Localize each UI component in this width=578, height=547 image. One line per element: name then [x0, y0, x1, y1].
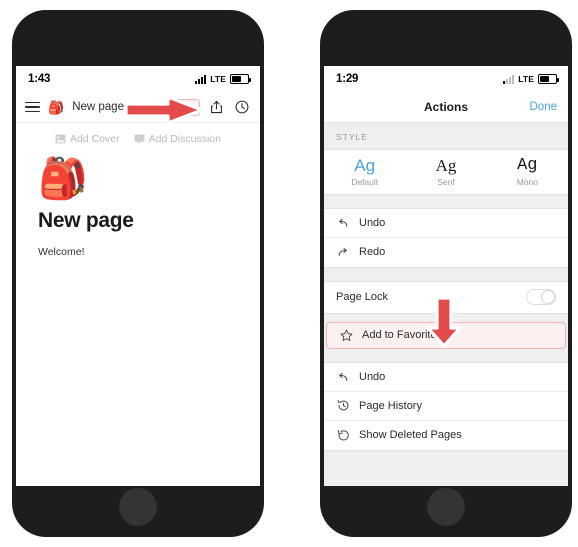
share-icon[interactable] [208, 99, 225, 116]
style-option-default[interactable]: Ag Default [324, 156, 405, 187]
page-add-actions-row: Add Cover Add Discussion [16, 123, 260, 153]
page-emoji-icon: 🎒 [48, 99, 65, 115]
clock-rewind-icon [336, 399, 350, 412]
action-label-page-lock: Page Lock [336, 291, 388, 304]
left-status-time: 1:43 [28, 73, 51, 85]
sheet-gap-2 [324, 267, 568, 281]
style-group-label: STYLE [324, 123, 568, 149]
page-hero-emoji[interactable]: 🎒 [16, 153, 260, 199]
right-status-time: 1:29 [336, 73, 359, 85]
left-editor-toolbar: 🎒 New page [16, 92, 260, 123]
image-icon [55, 134, 66, 144]
clock-icon[interactable] [233, 99, 250, 116]
actions-sheet-body: STYLE Ag Default Ag Serif Ag Mono Undo R… [324, 123, 568, 486]
left-phone-screen: 1:43 LTE 🎒 New page Add Cover Add Discus… [16, 66, 260, 486]
action-label-redo: Redo [359, 246, 386, 259]
hamburger-menu-icon[interactable] [25, 101, 40, 113]
actions-sheet-header: Actions Done [324, 92, 568, 123]
undo-redo-card: Undo Redo [324, 207, 568, 268]
sheet-gap-3 [324, 313, 568, 322]
page-body-text[interactable]: Welcome! [16, 233, 260, 258]
right-phone-frame: 1:29 LTE Actions Done STYLE Ag Default A… [320, 10, 572, 537]
style-sample-serif: Ag [435, 156, 457, 175]
add-cover-button[interactable]: Add Cover [55, 133, 120, 145]
style-label-default: Default [351, 176, 379, 187]
redo-arrow-icon [336, 246, 350, 258]
network-type-label: LTE [518, 74, 534, 84]
network-type-label: LTE [210, 74, 226, 84]
right-status-bar: 1:29 LTE [324, 66, 568, 92]
style-label-serif: Serif [437, 176, 455, 187]
toolbar-page-name: New page [72, 101, 124, 113]
add-discussion-label: Add Discussion [148, 133, 221, 145]
left-home-button[interactable] [119, 488, 157, 526]
action-label-undo-2: Undo [359, 370, 386, 383]
style-card: Ag Default Ag Serif Ag Mono [324, 149, 568, 195]
action-row-page-history[interactable]: Page History [324, 391, 568, 421]
action-label-page-history: Page History [359, 399, 422, 412]
undo-arrow-icon [336, 371, 350, 383]
style-options-row: Ag Default Ag Serif Ag Mono [324, 150, 568, 194]
action-row-redo[interactable]: Redo [324, 237, 568, 267]
signal-bars-icon [503, 74, 515, 84]
refresh-circle-icon [336, 429, 350, 442]
signal-bars-icon [195, 74, 207, 84]
sheet-gap-4 [324, 348, 568, 362]
right-phone-screen: 1:29 LTE Actions Done STYLE Ag Default A… [324, 66, 568, 486]
left-status-bar: 1:43 LTE [16, 66, 260, 92]
add-cover-label: Add Cover [70, 133, 120, 145]
action-label-add-to-favorites: Add to Favorites [362, 329, 443, 342]
style-option-mono[interactable]: Ag Mono [487, 156, 568, 187]
style-label-mono: Mono [516, 176, 538, 187]
left-phone-frame: 1:43 LTE 🎒 New page Add Cover Add Discus… [12, 10, 264, 537]
battery-icon [538, 74, 559, 84]
history-card: Undo Page History Show Deleted Pages [324, 361, 568, 451]
style-sample-default: Ag [354, 156, 376, 175]
page-lock-card: Page Lock [324, 280, 568, 314]
action-row-add-to-favorites[interactable]: Add to Favorites [326, 321, 566, 349]
comment-icon [134, 134, 145, 144]
action-label-show-deleted-pages: Show Deleted Pages [359, 429, 462, 442]
page-lock-toggle[interactable] [526, 289, 556, 306]
add-discussion-button[interactable]: Add Discussion [134, 133, 221, 145]
right-status-indicators: LTE [503, 74, 559, 84]
page-title[interactable]: New page [16, 199, 260, 233]
undo-arrow-icon [336, 217, 350, 229]
sheet-title: Actions [423, 100, 468, 114]
screenshot-stage: 1:43 LTE 🎒 New page Add Cover Add Discus… [0, 0, 578, 547]
action-row-undo-2[interactable]: Undo [324, 362, 568, 392]
action-row-undo-1[interactable]: Undo [324, 208, 568, 238]
done-button[interactable]: Done [530, 101, 558, 113]
favorites-card: Add to Favorites [324, 321, 568, 349]
toggle-knob [541, 290, 555, 305]
style-sample-mono: Ag [517, 156, 538, 175]
left-status-indicators: LTE [195, 74, 251, 84]
action-label-undo-1: Undo [359, 216, 386, 229]
action-row-show-deleted-pages[interactable]: Show Deleted Pages [324, 420, 568, 450]
right-home-button[interactable] [427, 488, 465, 526]
action-row-page-lock[interactable]: Page Lock [324, 281, 568, 313]
star-outline-icon [339, 329, 353, 342]
sheet-gap-1 [324, 194, 568, 208]
style-option-serif[interactable]: Ag Serif [405, 156, 486, 187]
battery-icon [230, 74, 251, 84]
ellipsis-icon[interactable] [175, 98, 200, 116]
left-page-body: Add Cover Add Discussion 🎒 New page Welc… [16, 123, 260, 486]
